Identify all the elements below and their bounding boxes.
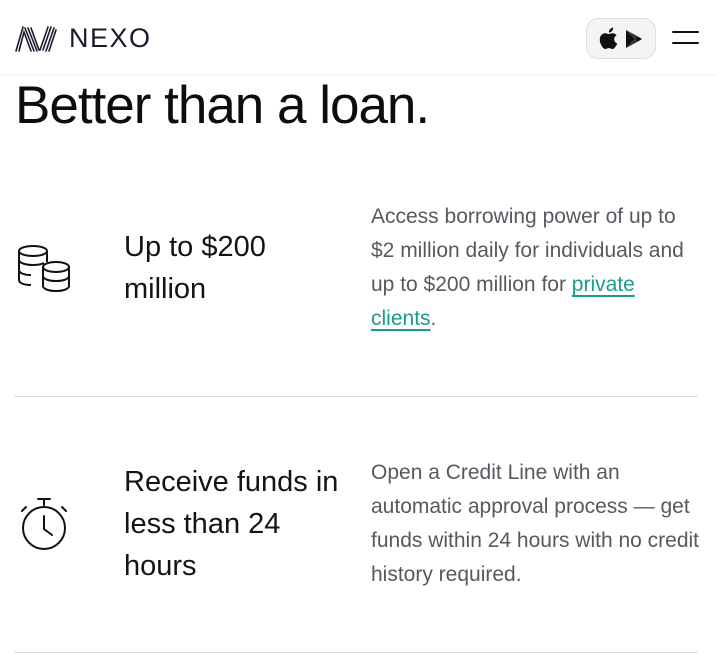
section-divider bbox=[14, 652, 698, 653]
feature-description: Open a Credit Line with an automatic app… bbox=[371, 461, 700, 586]
apple-icon bbox=[599, 27, 618, 49]
site-header: NEXO bbox=[0, 0, 717, 74]
menu-bar-bottom bbox=[672, 42, 699, 44]
hamburger-menu-button[interactable] bbox=[672, 29, 700, 47]
brand-name: NEXO bbox=[69, 23, 152, 53]
feature-description-text: Access borrowing power of up to $2 milli… bbox=[371, 205, 684, 296]
feature-title: Up to $200 million bbox=[124, 231, 266, 305]
app-store-button[interactable] bbox=[586, 18, 656, 59]
feature-title: Receive funds in less than 24 hours bbox=[124, 466, 339, 582]
feature-fast-funding: Receive funds in less than 24 hours Open… bbox=[0, 456, 717, 652]
play-store-icon bbox=[626, 29, 642, 48]
feature-description-end: . bbox=[430, 307, 437, 330]
page-title: Better than a loan. bbox=[15, 76, 430, 135]
nexo-logo-mark-icon bbox=[15, 26, 57, 52]
feature-borrowing-power: Up to $200 million Access borrowing powe… bbox=[0, 200, 717, 396]
menu-bar-top bbox=[672, 31, 699, 33]
feature-description: Access borrowing power of up to $2 milli… bbox=[371, 200, 701, 336]
nexo-logo[interactable]: NEXO bbox=[15, 24, 152, 52]
section-divider bbox=[14, 396, 698, 397]
stopwatch-icon bbox=[21, 498, 67, 550]
coins-stack-icon bbox=[18, 245, 70, 292]
